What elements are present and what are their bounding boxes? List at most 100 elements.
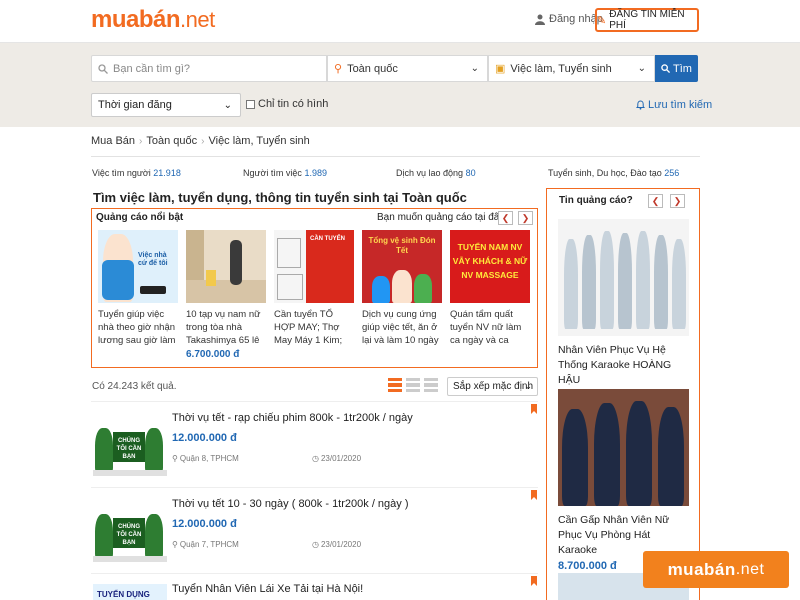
stat-job-seekers-wanted[interactable]: Việc tìm người 21.918 xyxy=(92,168,181,178)
location-text: Quận 8, TPHCM xyxy=(179,454,239,463)
ad-text: Tuyển giúp việc nhà theo giờ nhận lương … xyxy=(98,309,176,346)
bookmark-icon[interactable] xyxy=(531,490,537,500)
listing-price: 12.000.000 đ xyxy=(172,518,237,530)
listing-date: ◷ 23/01/2020 xyxy=(312,454,361,463)
next-arrow-button[interactable]: ❯ xyxy=(518,211,533,225)
listing-title[interactable]: Thời vụ tết 10 - 30 ngày ( 800k - 1tr200… xyxy=(172,498,409,510)
category-value: Việc làm, Tuyển sinh xyxy=(510,62,612,75)
bell-icon xyxy=(636,100,645,110)
clock-icon: ◷ xyxy=(312,540,319,549)
featured-ad-card[interactable]: Việc nhà cứ để tôi Tuyển giúp việc nhà t… xyxy=(98,230,178,349)
next-arrow-button[interactable]: ❯ xyxy=(670,194,685,208)
search-button-label: Tìm xyxy=(673,62,692,75)
thumbnail-text: CHÚNG TÔI CẦN BẠN xyxy=(113,518,145,548)
site-logo[interactable]: muabán.net xyxy=(91,6,215,34)
ad-text: Quán tẩm quất tuyển NV nữ làm ca ngày và… xyxy=(450,309,522,346)
ad-text: 10 tạp vụ nam nữ trong tòa nhà Takashimy… xyxy=(186,309,261,346)
search-button[interactable]: Tìm xyxy=(655,55,698,82)
chevron-down-icon: ⌄ xyxy=(637,63,646,74)
chevron-right-icon: › xyxy=(139,135,143,147)
save-search-link[interactable]: Lưu tìm kiếm xyxy=(636,99,712,111)
listing-item[interactable]: TUYỂN DỤNG Tuyển Nhân Viên Lái Xe Tải tạ… xyxy=(91,573,538,600)
stat-education[interactable]: Tuyển sinh, Du học, Đào tạo 256 xyxy=(548,168,679,178)
listing-location: ⚲ Quận 7, TPHCM xyxy=(172,540,239,549)
sidebar-ad-card[interactable]: Cần Gấp Nhân Viên Nữ Phục Vụ Phòng Hát K… xyxy=(558,389,689,572)
listing-title[interactable]: Tuyển Nhân Viên Lái Xe Tải tại Hà Nội! xyxy=(172,583,363,595)
category-select[interactable]: ▣ Việc làm, Tuyển sinh ⌄ xyxy=(488,55,655,82)
sidebar-ad-image xyxy=(558,389,689,506)
stat-count: 21.918 xyxy=(153,168,181,178)
breadcrumb-item[interactable]: Việc làm, Tuyển sinh xyxy=(208,135,309,147)
map-pin-icon: ⚲ xyxy=(172,540,178,549)
listing-price: 12.000.000 đ xyxy=(172,432,237,444)
listing-title[interactable]: Thời vụ tết - rạp chiếu phim 800k - 1tr2… xyxy=(172,412,413,424)
sidebar-ad-image xyxy=(558,219,689,336)
listing-item[interactable]: CHÚNG TÔI CẦN BẠN Thời vụ tết - rạp chiế… xyxy=(91,401,538,487)
advertise-here-link[interactable]: Bạn muốn quảng cáo tại đây? xyxy=(377,212,510,223)
grid-view-icon[interactable] xyxy=(424,378,438,392)
ad-text: Dịch vụ cung ứng giúp việc tết, ăn ở lại… xyxy=(362,309,439,346)
ad-text: Cần tuyển TỔ HỢP MAY; Thợ May Máy 1 Kim;… xyxy=(274,309,343,346)
location-value: Toàn quốc xyxy=(347,62,398,75)
thumbnail-text: CHÚNG TÔI CẦN BẠN xyxy=(113,432,145,462)
prev-arrow-button[interactable]: ❮ xyxy=(498,211,513,225)
featured-ad-card[interactable]: 10 tạp vụ nam nữ trong tòa nhà Takashimy… xyxy=(186,230,266,360)
featured-ads-box: Quảng cáo nổi bật Bạn muốn quảng cáo tại… xyxy=(91,208,538,368)
listing-thumbnail: CHÚNG TÔI CẦN BẠN xyxy=(93,500,167,562)
date-text: 23/01/2020 xyxy=(320,540,362,549)
ad-image-text: Tổng vệ sinh Đón Tết xyxy=(368,236,436,255)
featured-ad-card[interactable]: TUYỂN NAM NV VẪY KHÁCH & NỮ NV MASSAGE Q… xyxy=(450,230,530,349)
sidebar-ad-card[interactable]: Nhân Viên Phục Vụ Hệ Thống Karaoke HOÀNG… xyxy=(558,219,689,390)
bookmark-icon[interactable] xyxy=(531,404,537,414)
date-text: 23/01/2020 xyxy=(320,454,362,463)
stat-people-seeking[interactable]: Người tìm việc 1.989 xyxy=(243,168,327,178)
featured-ad-card[interactable]: CẦN TUYỂN Cần tuyển TỔ HỢP MAY; Thợ May … xyxy=(274,230,354,349)
listing-location: ⚲ Quận 8, TPHCM xyxy=(172,454,239,463)
bookmark-icon[interactable] xyxy=(531,576,537,586)
list-view-icon[interactable] xyxy=(388,378,402,392)
save-search-label: Lưu tìm kiếm xyxy=(648,99,713,111)
listing-item[interactable]: CHÚNG TÔI CẦN BẠN Thời vụ tết 10 - 30 ng… xyxy=(91,487,538,573)
stat-count: 80 xyxy=(465,168,476,178)
sort-value: Sắp xếp mặc định xyxy=(453,381,534,392)
time-filter-select[interactable]: Thời gian đăng ⌄ xyxy=(91,93,241,117)
location-select[interactable]: ⚲ Toàn quốc ⌄ xyxy=(327,55,488,82)
breadcrumb: Mua Bán › Toàn quốc › Việc làm, Tuyển si… xyxy=(91,135,310,147)
login-link[interactable]: Đăng nhập xyxy=(535,13,603,25)
pencil-icon: ✎ xyxy=(597,14,607,27)
listing-thumbnail: TUYỂN DỤNG xyxy=(93,584,167,600)
briefcase-icon: ▣ xyxy=(495,63,506,75)
ad-price: 6.700.000 đ xyxy=(186,349,240,360)
chevron-down-icon: ⌄ xyxy=(524,381,532,391)
stat-label: Việc tìm người xyxy=(92,168,151,178)
compact-view-icon[interactable] xyxy=(406,378,420,392)
search-icon xyxy=(98,63,108,74)
sidebar-ads: Tin quảng cáo? ❮ ❯ Nhân Viên Phục Vụ Hệ … xyxy=(546,188,700,600)
search-area: Bạn cần tìm gì? ⚲ Toàn quốc ⌄ ▣ Việc làm… xyxy=(0,43,800,127)
results-count: Có 24.243 kết quả. xyxy=(92,381,177,392)
user-icon xyxy=(535,14,545,25)
thumbnail-text: TUYỂN DỤNG xyxy=(97,590,150,599)
stat-label: Dịch vụ lao động xyxy=(396,168,464,178)
sidebar-ad-title: Nhân Viên Phục Vụ Hệ Thống Karaoke HOÀNG… xyxy=(558,344,672,386)
stat-label: Tuyển sinh, Du học, Đào tạo xyxy=(548,168,662,178)
top-header: muabán.net Đăng nhập ✎ ĐĂNG TIN MIỄN PHÍ xyxy=(0,0,800,43)
prev-arrow-button[interactable]: ❮ xyxy=(648,194,663,208)
ad-image xyxy=(186,230,266,303)
location-text: Quận 7, TPHCM xyxy=(179,540,239,549)
breadcrumb-item[interactable]: Toàn quốc xyxy=(146,135,197,147)
sort-select[interactable]: Sắp xếp mặc định ⌄ xyxy=(447,377,538,396)
checkbox-box[interactable] xyxy=(246,99,255,109)
stat-label: Người tìm việc xyxy=(243,168,302,178)
post-free-button[interactable]: ✎ ĐĂNG TIN MIỄN PHÍ xyxy=(595,8,699,32)
clock-icon: ◷ xyxy=(312,454,319,463)
featured-ads-heading: Quảng cáo nổi bật xyxy=(96,212,184,223)
map-pin-icon: ⚲ xyxy=(172,454,178,463)
search-input[interactable]: Bạn cần tìm gì? xyxy=(91,55,327,82)
stat-labor-services[interactable]: Dịch vụ lao động 80 xyxy=(396,168,476,178)
search-icon xyxy=(661,64,671,73)
only-images-checkbox[interactable]: Chỉ tin có hình xyxy=(246,98,328,110)
featured-ad-card[interactable]: Tổng vệ sinh Đón Tết Dịch vụ cung ứng gi… xyxy=(362,230,442,349)
page-title: Tìm việc làm, tuyển dụng, thông tin tuyể… xyxy=(93,190,467,205)
breadcrumb-item[interactable]: Mua Bán xyxy=(91,135,135,147)
